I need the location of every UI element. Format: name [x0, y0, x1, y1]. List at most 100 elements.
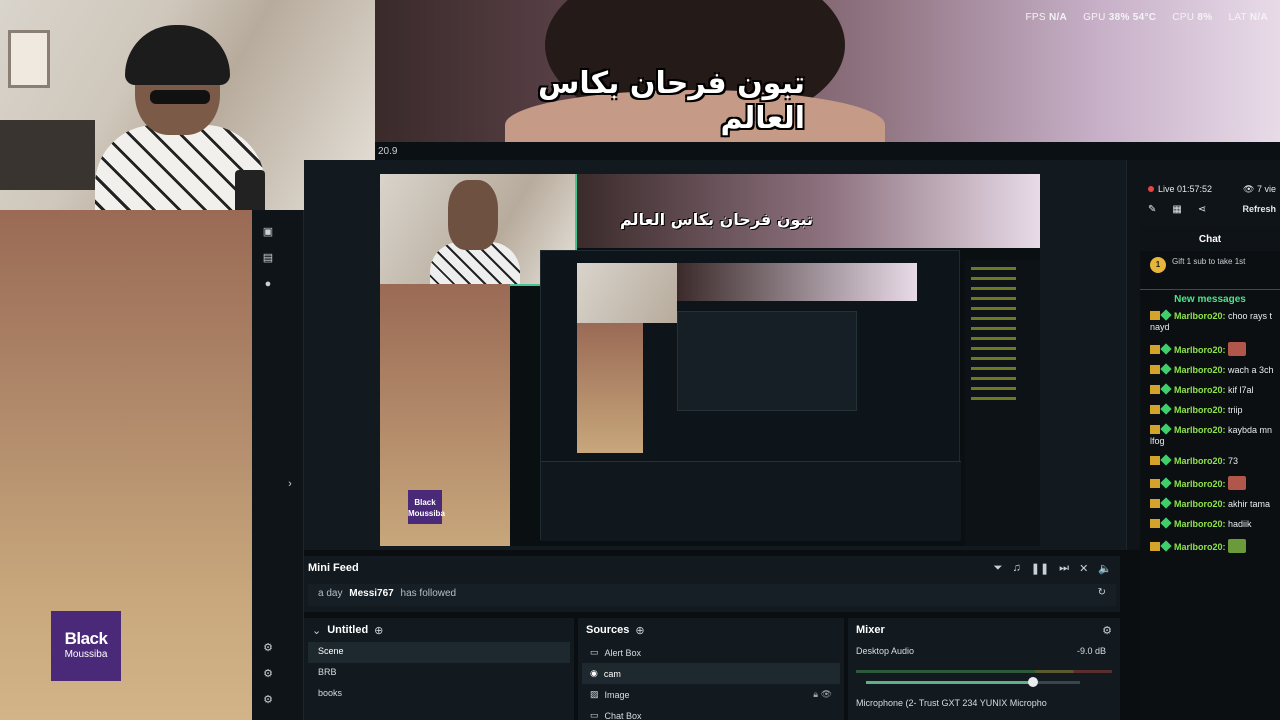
gem-badge-icon [1160, 477, 1172, 489]
volume-slider[interactable] [866, 677, 1080, 687]
chat-message: Marlboro20: triip [1140, 403, 1280, 416]
editor-left-nav: ▣ ▤ ● › ⚙ ⚙ ⚙ [252, 210, 304, 720]
chat-username[interactable]: Marlboro20: [1174, 385, 1226, 395]
skip-icon[interactable]: ⏭ [1059, 562, 1069, 575]
wall-frame [8, 30, 50, 88]
stream-preview[interactable]: تبون فرحان بكاس العالم Black Moussiba [380, 174, 1040, 546]
emote-icon [1228, 476, 1247, 490]
camera-icon: ◉ [590, 668, 598, 678]
chat-username[interactable]: Marlboro20: [1174, 542, 1226, 552]
scene-collection-title[interactable]: Untitled [327, 624, 368, 636]
chat-tools: ✎ ▦ ⋖ [1148, 204, 1206, 215]
browser-icon: ▭ [590, 647, 599, 657]
chat-username[interactable]: Marlboro20: [1174, 311, 1226, 321]
chat-text-continued: nayd [1150, 322, 1170, 332]
chat-message: Marlboro20: choo rays t nayd [1140, 309, 1280, 333]
source-item[interactable]: ▭ Alert Box [582, 642, 840, 663]
chat-username[interactable]: Marlboro20: [1174, 405, 1226, 415]
chat-message: Marlboro20: [1140, 342, 1280, 356]
preview-chat [965, 260, 1040, 546]
performance-stats: FPS N/A GPU 38% 54°C CPU 8% LAT N/A [1025, 12, 1268, 23]
chat-text: choo rays t [1225, 311, 1273, 321]
source-item[interactable]: ◉ cam [582, 663, 840, 684]
add-scene-icon[interactable]: ⊕ [374, 624, 383, 637]
chat-text: kaybda mn [1225, 425, 1273, 435]
share-icon[interactable]: ⋖ [1198, 204, 1206, 215]
chat-text: kif l7al [1225, 385, 1254, 395]
gem-badge-icon [1160, 497, 1172, 509]
chat-text: akhir tama [1225, 499, 1271, 509]
gem-badge-icon [1160, 383, 1172, 395]
chat-username[interactable]: Marlboro20: [1174, 345, 1226, 355]
dashboard-icon[interactable]: ▦ [1172, 204, 1181, 215]
source-item[interactable]: ▭ Chat Box [582, 705, 840, 720]
crown-badge-icon [1150, 519, 1160, 528]
pause-icon[interactable]: ❚❚ [1031, 562, 1049, 575]
chevron-down-icon[interactable]: ⌄ [312, 624, 321, 637]
source-item[interactable]: ▨ Image 🔒︎ 👁︎ [582, 684, 840, 705]
crown-badge-icon [1150, 405, 1160, 414]
scene-icon[interactable]: ▤ [260, 250, 276, 266]
gear-icon[interactable]: ⚙ [1102, 624, 1112, 637]
crown-badge-icon [1150, 425, 1160, 434]
chat-username[interactable]: Marlboro20: [1174, 425, 1226, 435]
volume-icon[interactable]: 🔈 [1098, 562, 1112, 575]
filter-icon[interactable]: ⏷ [994, 562, 1003, 575]
settings-alt-icon[interactable]: ⚙ [260, 666, 276, 682]
refresh-icon[interactable]: ↻ [1098, 587, 1106, 598]
chat-message: Marlboro20: [1140, 476, 1280, 490]
slider-knob[interactable] [1027, 677, 1038, 687]
gem-badge-icon [1160, 343, 1172, 355]
preview-ambient [380, 284, 510, 546]
chat-text: triip [1225, 405, 1243, 415]
sources-title: Sources [586, 624, 630, 636]
gem-badge-icon [1160, 309, 1172, 321]
crown-badge-icon [1150, 542, 1160, 551]
lock-icon[interactable]: 🔒︎ 👁︎ [813, 689, 832, 700]
crown-badge-icon [1150, 311, 1160, 320]
chat-username[interactable]: Marlboro20: [1174, 479, 1226, 489]
add-source-icon[interactable]: ⊕ [635, 624, 644, 637]
expand-chevron-icon[interactable]: › [282, 476, 298, 492]
scene-item[interactable]: BRB [308, 663, 570, 684]
audio-track: Desktop Audio -9.0 dB [856, 646, 1106, 656]
refresh-button[interactable]: Refresh [1242, 204, 1276, 214]
studio-mode-icon[interactable]: ▣ [260, 224, 276, 240]
settings-icon[interactable]: ⚙ [260, 640, 276, 656]
circle-icon[interactable]: ● [260, 276, 276, 292]
emote-icon [1228, 539, 1247, 553]
crown-badge-icon [1150, 479, 1160, 488]
mute-icon[interactable]: ✕ [1079, 562, 1088, 575]
music-icon[interactable]: ♫ [1012, 562, 1020, 575]
chat-username[interactable]: Marlboro20: [1174, 519, 1226, 529]
mini-feed-panel: Mini Feed ⏷ ♫ ❚❚ ⏭ ✕ 🔈 a day Messi767 ha… [304, 556, 1120, 612]
chat-message: Marlboro20: wach a 3ch [1140, 363, 1280, 376]
scene-item[interactable]: Scene [308, 642, 570, 663]
new-messages-divider[interactable]: New messages [1140, 289, 1280, 305]
scenes-panel: ⌄ Untitled ⊕ Scene BRB books [304, 618, 574, 720]
chat-username[interactable]: Marlboro20: [1174, 365, 1226, 375]
chat-message: Marlboro20: kaybda mn lfog [1140, 423, 1280, 447]
preview-recursive-feed [540, 250, 961, 541]
settings-alt-icon[interactable]: ⚙ [260, 692, 276, 708]
video-caption: تبون فرحان بكاس العالم [538, 66, 805, 136]
gem-badge-icon [1160, 517, 1172, 529]
chat-message: Marlboro20: [1140, 539, 1280, 553]
brand-logo: Black Moussiba [51, 611, 121, 681]
audio-track: Microphone (2- Trust GXT 234 YUNIX Micro… [856, 698, 1047, 708]
stream-status-bar: Live 01:57:52 👁︎ 7 vie ✎ ▦ ⋖ Refresh [1140, 160, 1280, 226]
editor-titlebar: 20.9 [375, 142, 1280, 160]
chat-text: hadiik [1225, 519, 1252, 529]
mixer-panel: Mixer ⚙ Desktop Audio -9.0 dB Microphone… [848, 618, 1120, 720]
mini-feed-title: Mini Feed [308, 562, 359, 574]
scene-item[interactable]: books [308, 684, 570, 705]
gift-banner[interactable]: 1 Gift 1 sub to take 1st [1140, 251, 1280, 279]
gem-badge-icon [1160, 540, 1172, 552]
chat-username[interactable]: Marlboro20: [1174, 499, 1226, 509]
gem-badge-icon [1160, 423, 1172, 435]
edit-icon[interactable]: ✎ [1148, 204, 1156, 215]
chat-username[interactable]: Marlboro20: [1174, 456, 1226, 466]
window-title: 20.9 [378, 146, 398, 157]
viewer-count: 👁︎ 7 vie [1243, 184, 1276, 194]
emote-icon [1228, 342, 1247, 356]
